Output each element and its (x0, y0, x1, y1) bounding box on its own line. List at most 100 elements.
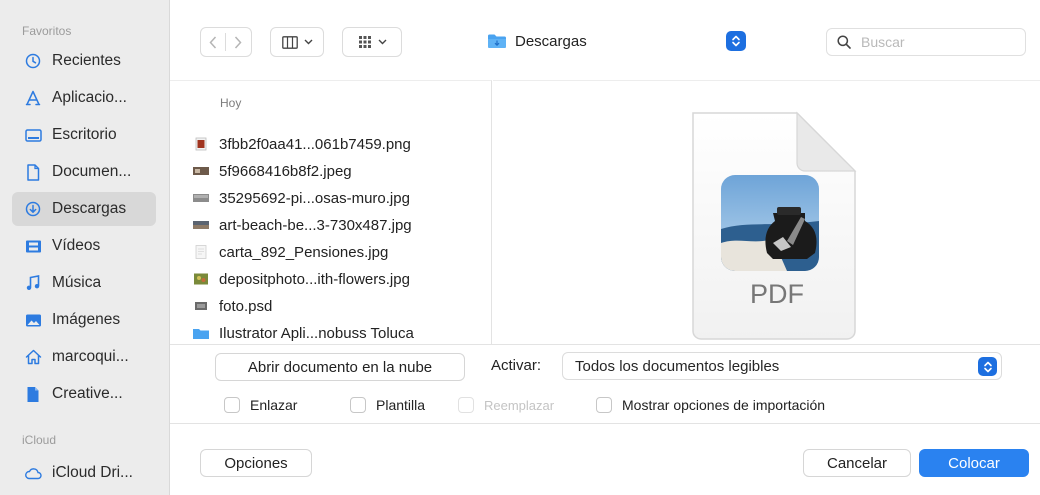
image-thumbnail-icon (195, 137, 207, 151)
sidebar-item-label: Aplicacio... (52, 89, 127, 106)
sidebar-item-label: Descargas (52, 200, 127, 217)
clock-icon (24, 52, 42, 70)
sidebar-item-descargas[interactable]: Descargas (12, 192, 156, 226)
sidebar-item-label: Vídeos (52, 237, 101, 254)
file-name: 35295692-pi...osas-muro.jpg (219, 189, 410, 207)
columns-icon (281, 35, 298, 49)
up-down-chevron-icon (732, 35, 740, 47)
plantilla-checkbox[interactable]: Plantilla (350, 397, 425, 413)
checkbox-box[interactable] (350, 397, 366, 413)
document-icon (24, 163, 42, 181)
list-item[interactable]: Ilustrator Apli...nobuss Toluca (192, 321, 414, 344)
preview-pane: PDF (493, 80, 1040, 345)
checkbox-box[interactable] (596, 397, 612, 413)
open-cloud-document-button[interactable]: Abrir documento en la nube (215, 353, 465, 381)
applications-icon (24, 89, 42, 107)
favorites-section-title: Favoritos (22, 24, 72, 38)
folder-icon (488, 34, 506, 48)
sidebar-item-label: iCloud Dri... (52, 464, 133, 481)
list-item[interactable]: carta_892_Pensiones.jpg (192, 240, 388, 264)
list-item[interactable]: 35295692-pi...osas-muro.jpg (192, 186, 410, 210)
sidebar-item-label: Escritorio (52, 126, 117, 143)
file-name: depositphoto...ith-flowers.jpg (219, 270, 410, 288)
sidebar-item-aplicaciones[interactable]: Aplicacio... (12, 81, 156, 115)
sidebar-item-label: Recientes (52, 52, 121, 69)
sidebar-item-label: Música (52, 274, 102, 291)
options-button[interactable]: Opciones (200, 449, 312, 477)
location-popup[interactable]: Descargas (475, 28, 750, 54)
folder-icon (193, 329, 209, 339)
photo-icon (24, 311, 42, 329)
back-button[interactable] (201, 28, 225, 56)
activar-stepper (978, 357, 997, 376)
list-item[interactable]: depositphoto...ith-flowers.jpg (192, 267, 410, 291)
location-label: Descargas (515, 32, 587, 50)
image-thumbnail-icon (195, 302, 207, 310)
group-view-button[interactable] (342, 27, 402, 57)
sidebar: Favoritos Recientes Aplicacio... Escrito… (0, 0, 170, 495)
grid-icon (358, 36, 371, 48)
sidebar-item-documentos[interactable]: Documen... (12, 155, 156, 189)
activar-select[interactable]: Todos los documentos legibles (562, 352, 1002, 380)
search-icon (837, 35, 851, 49)
sidebar-item-creative[interactable]: Creative... (12, 377, 156, 411)
image-thumbnail-icon (194, 273, 208, 285)
sidebar-item-icloud-drive[interactable]: iCloud Dri... (12, 456, 156, 490)
preview-doc-type: PDF (750, 279, 804, 309)
sidebar-item-imagenes[interactable]: Imágenes (12, 303, 156, 337)
file-name: Ilustrator Apli...nobuss Toluca (219, 324, 414, 342)
nav-buttons (200, 27, 252, 57)
column-view-button[interactable] (270, 27, 324, 57)
file-name: carta_892_Pensiones.jpg (219, 243, 389, 261)
checkbox-label: Reemplazar (484, 397, 555, 413)
list-section-header: Hoy (220, 96, 242, 110)
cloud-icon (24, 464, 42, 482)
location-stepper (726, 31, 746, 51)
mostrar-opciones-checkbox[interactable]: Mostrar opciones de importación (596, 397, 825, 413)
file-name: 3fbb2f0aa41...061b7459.png (219, 135, 411, 153)
list-item[interactable]: foto.psd (192, 294, 272, 318)
checkbox-label: Plantilla (376, 397, 426, 413)
up-down-chevron-icon (983, 361, 992, 372)
file-name: art-beach-be...3-730x487.jpg (219, 216, 412, 234)
checkbox-label: Mostrar opciones de importación (622, 397, 826, 413)
image-thumbnail-icon (193, 194, 209, 202)
sidebar-item-musica[interactable]: Música (12, 266, 156, 300)
sidebar-item-recientes[interactable]: Recientes (12, 44, 156, 78)
image-thumbnail-icon (193, 167, 209, 175)
sidebar-item-escritorio[interactable]: Escritorio (12, 118, 156, 152)
list-item[interactable]: 3fbb2f0aa41...061b7459.png (192, 132, 411, 156)
document-thumbnail-icon (195, 245, 207, 259)
checkbox-box[interactable] (224, 397, 240, 413)
cancel-button[interactable]: Cancelar (803, 449, 911, 477)
download-icon (24, 200, 42, 218)
sidebar-item-label: marcoqui... (52, 348, 129, 365)
activar-label: Activar: (491, 357, 542, 374)
chevron-left-icon (209, 35, 217, 49)
list-item[interactable]: 5f9668416b8f2.jpeg (192, 159, 352, 183)
search-input[interactable] (859, 33, 1013, 51)
sidebar-item-videos[interactable]: Vídeos (12, 229, 156, 263)
sidebar-item-label: Creative... (52, 385, 123, 402)
sidebar-item-home[interactable]: marcoqui... (12, 340, 156, 374)
file-icon (24, 385, 42, 403)
chevron-down-icon (304, 39, 312, 45)
desktop-icon (24, 126, 42, 144)
search-field[interactable] (826, 28, 1026, 56)
reemplazar-checkbox: Reemplazar (458, 397, 554, 413)
place-button[interactable]: Colocar (919, 449, 1029, 477)
film-icon (24, 237, 42, 255)
music-note-icon (24, 274, 42, 292)
image-thumbnail-icon (193, 221, 209, 229)
enlazar-checkbox[interactable]: Enlazar (224, 397, 297, 413)
file-list: Hoy 3fbb2f0aa41...061b7459.png 5f9668416… (170, 80, 492, 344)
home-icon (24, 348, 42, 366)
list-item[interactable]: art-beach-be...3-730x487.jpg (192, 213, 412, 237)
checkbox-box (458, 397, 474, 413)
forward-button[interactable] (226, 28, 250, 56)
icloud-section-title: iCloud (22, 433, 57, 447)
sidebar-item-label: Imágenes (52, 311, 121, 328)
chevron-right-icon (234, 35, 242, 49)
sidebar-item-label: Documen... (52, 163, 132, 180)
checkbox-label: Enlazar (250, 397, 298, 413)
